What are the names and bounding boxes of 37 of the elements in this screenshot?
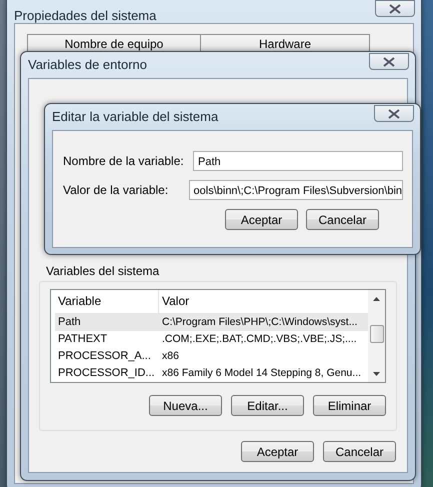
button[interactable]: Cancelar: [323, 441, 396, 462]
button[interactable]: Cancelar: [306, 209, 379, 230]
close-button[interactable]: [374, 105, 414, 122]
column-header[interactable]: Valor: [159, 290, 190, 313]
table-cell-text: .COM;.EXE;.BAT;.CMD;.VBS;.VBE;.JS;....: [161, 332, 357, 347]
table-cell-text: PROCESSOR_ID...: [57, 366, 156, 381]
table-cell-text: C:\Program Files\PHP\;C:\Windows\syst...: [161, 315, 358, 330]
window-title: Variables de entorno: [27, 56, 148, 74]
close-icon: [388, 108, 400, 118]
table-row[interactable]: PATHEXT .COM;.EXE;.BAT;.CMD;.VBS;.VBE;.JS;....: [55, 331, 368, 348]
column-header[interactable]: Variable: [55, 290, 159, 313]
button[interactable]: Aceptar: [225, 209, 298, 230]
table-row[interactable]: Path C:\Program Files\PHP\;C:\Windows\syst...: [55, 314, 368, 331]
scroll-thumb[interactable]: [370, 325, 384, 343]
table-row[interactable]: PROCESSOR_A... x86: [55, 348, 368, 365]
table-row[interactable]: PROCESSOR_ID... x86 Family 6 Model 14 Stepping 8, Genu...: [55, 365, 368, 382]
scrollbar[interactable]: [368, 290, 385, 382]
table-cell-text: PROCESSOR_A...: [57, 349, 152, 364]
input-field[interactable]: Path: [193, 151, 403, 171]
button[interactable]: Editar...: [231, 395, 304, 416]
field-label: Nombre de la variable:: [62, 154, 185, 168]
window-title: Propiedades del sistema: [13, 7, 156, 23]
close-button[interactable]: [369, 53, 409, 70]
table-cell-text: x86: [161, 349, 179, 364]
close-icon: [383, 56, 395, 66]
close-button[interactable]: [375, 0, 415, 17]
input-field[interactable]: ools\binn\;C:\Program Files\Subversion\bin: [188, 180, 403, 200]
group-title: Variables del sistema: [46, 264, 160, 278]
table-cell-text: x86 Family 6 Model 14 Stepping 8, Genu...: [161, 366, 362, 381]
field-label: Valor de la variable:: [62, 183, 170, 197]
button[interactable]: Eliminar: [313, 395, 386, 416]
table-cell-text: Path: [57, 315, 82, 330]
table-cell-text: PATHEXT: [57, 332, 108, 347]
button[interactable]: Aceptar: [241, 441, 314, 462]
button[interactable]: Nueva...: [149, 395, 222, 416]
window-title: Editar la variable del sistema: [51, 108, 218, 126]
close-icon: [389, 4, 401, 14]
